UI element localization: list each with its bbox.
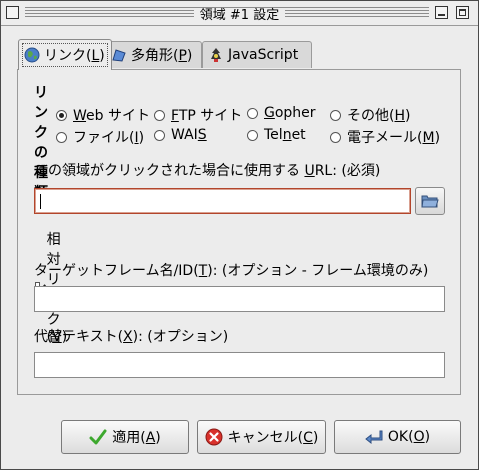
text-caret (40, 194, 41, 209)
maximize-button[interactable] (456, 6, 469, 19)
browse-button[interactable] (415, 187, 445, 215)
minimize-button[interactable] (435, 6, 448, 19)
alt-text-label: 代替テキスト(X): (オプション) (34, 329, 229, 345)
enter-arrow-icon (365, 428, 383, 446)
radio-indicator (247, 107, 258, 119)
radio-ftp-site[interactable]: FTP サイト (154, 105, 242, 125)
link-type-heading: リンクの種類 (34, 85, 48, 201)
tab-javascript-label: JavaScript (228, 47, 299, 63)
radio-indicator (330, 131, 341, 143)
radio-indicator (56, 109, 67, 121)
target-frame-label: ターゲットフレーム名/ID(T): (オプション - フレーム環境のみ) (34, 263, 429, 279)
url-label: この領域がクリックされた場合に使用する URL: (必須) (34, 163, 381, 179)
apply-button[interactable]: 適用(A) (61, 420, 189, 454)
cancel-icon (205, 428, 223, 446)
tab-link-label: リンク(L) (44, 48, 105, 64)
title-bar[interactable]: 領域 #1 設定 (1, 1, 478, 26)
radio-telnet[interactable]: Telnet (247, 127, 306, 143)
javascript-icon (208, 47, 224, 63)
folder-icon (421, 192, 439, 214)
dialog-window: 領域 #1 設定 リンク(L) 多角形(P) JavaScript リンクの種類… (0, 0, 479, 470)
checkmark-icon (89, 428, 107, 446)
ok-button[interactable]: OK(O) (334, 420, 461, 454)
globe-icon (24, 47, 40, 63)
tab-link[interactable]: リンク(L) (18, 39, 112, 70)
cancel-button[interactable]: キャンセル(C) (197, 420, 326, 454)
window-title: 領域 #1 設定 (193, 8, 286, 23)
tab-polygon[interactable]: 多角形(P) (105, 41, 202, 68)
radio-other[interactable]: その他(H) (330, 105, 410, 125)
radio-indicator (154, 129, 165, 141)
polygon-icon (111, 47, 127, 63)
radio-wais[interactable]: WAIS (154, 127, 207, 143)
radio-gopher[interactable]: Gopher (247, 105, 316, 121)
url-input[interactable] (34, 188, 411, 214)
radio-file[interactable]: ファイル(I) (56, 127, 144, 147)
radio-indicator (56, 131, 67, 143)
radio-indicator (247, 129, 258, 141)
radio-indicator (154, 109, 165, 121)
radio-web-site[interactable]: Web サイト (56, 105, 150, 125)
radio-email[interactable]: 電子メール(M) (330, 127, 440, 147)
alt-text-input[interactable] (34, 352, 445, 378)
tab-javascript[interactable]: JavaScript (202, 41, 312, 68)
target-frame-input[interactable] (34, 286, 445, 312)
radio-indicator (330, 109, 341, 121)
tab-polygon-label: 多角形(P) (131, 48, 193, 64)
